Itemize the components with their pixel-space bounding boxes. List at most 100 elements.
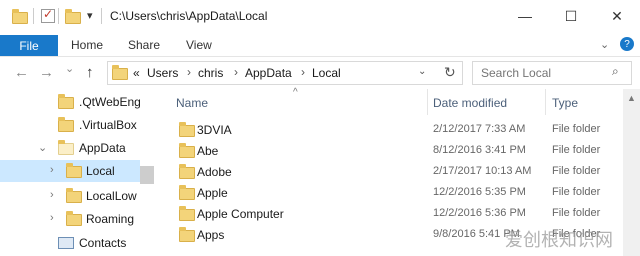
folder-icon xyxy=(179,227,195,242)
search-input[interactable] xyxy=(472,61,632,85)
breadcrumb-local[interactable]: Local xyxy=(312,66,341,80)
breadcrumb-chris[interactable]: chris xyxy=(198,66,223,80)
tree-item-locallow[interactable]: › LocalLow xyxy=(0,185,156,207)
folder-icon xyxy=(179,164,195,179)
file-list-scrollbar[interactable]: ▲ xyxy=(623,89,640,256)
tree-item-appdata[interactable]: ⌄ AppData xyxy=(0,137,156,159)
file-name: Adobe xyxy=(197,165,232,179)
navigation-pane-scrollbar[interactable] xyxy=(140,166,154,184)
column-header-date-modified[interactable]: Date modified xyxy=(433,96,507,110)
collapse-icon[interactable]: ⌄ xyxy=(38,141,47,154)
file-row[interactable]: Adobe 2/17/2017 10:13 AM File folder xyxy=(160,162,620,183)
expand-icon[interactable]: › xyxy=(50,189,54,201)
file-type: File folder xyxy=(552,123,601,135)
folder-icon xyxy=(58,140,74,155)
up-button[interactable]: ↑ xyxy=(86,64,94,81)
file-type: File folder xyxy=(552,144,601,156)
title-bar: ▾ C:\Users\chris\AppData\Local — ☐ ✕ xyxy=(0,0,640,35)
folder-icon xyxy=(179,185,195,200)
back-button[interactable]: ← xyxy=(14,64,29,81)
file-name: Apps xyxy=(197,228,225,242)
folder-icon xyxy=(112,65,128,80)
divider xyxy=(58,8,59,24)
tab-share[interactable]: Share xyxy=(128,38,160,52)
recent-locations-icon[interactable]: ⌄ xyxy=(65,62,74,75)
folder-icon xyxy=(66,163,82,178)
tree-item-label: .VirtualBox xyxy=(79,118,137,132)
file-name: Apple xyxy=(197,186,228,200)
close-button[interactable]: ✕ xyxy=(594,0,640,32)
navigation-bar: ← → ⌄ ↑ « Users › chris › AppData › Loca… xyxy=(0,57,640,89)
watermark: 爱创根知识网 xyxy=(505,230,613,250)
address-bar[interactable]: « Users › chris › AppData › Local ⌄ ↻ xyxy=(107,61,463,85)
divider xyxy=(33,8,34,24)
tree-item-contacts[interactable]: Contacts xyxy=(0,232,156,254)
tree-item-label: LocalLow xyxy=(86,189,137,203)
expand-icon[interactable]: › xyxy=(50,212,54,224)
file-name: Apple Computer xyxy=(197,207,284,221)
forward-button[interactable]: → xyxy=(39,64,54,81)
file-row[interactable]: 3DVIA 2/12/2017 7:33 AM File folder xyxy=(160,120,620,141)
file-row[interactable]: Abe 8/12/2016 3:41 PM File folder xyxy=(160,141,620,162)
folder-icon xyxy=(12,9,28,24)
file-date: 12/2/2016 5:35 PM xyxy=(433,186,526,198)
folder-icon xyxy=(66,211,82,226)
breadcrumb-appdata[interactable]: AppData xyxy=(245,66,292,80)
tree-item-label: AppData xyxy=(79,141,126,155)
tree-item-label: Contacts xyxy=(79,236,127,250)
tab-home[interactable]: Home xyxy=(71,38,103,52)
quick-access-dropdown-icon[interactable]: ▾ xyxy=(87,9,93,22)
properties-icon[interactable] xyxy=(41,7,57,23)
folder-icon xyxy=(179,206,195,221)
maximize-button[interactable]: ☐ xyxy=(548,0,594,32)
file-type: File folder xyxy=(552,165,601,177)
breadcrumb-separator-icon[interactable]: › xyxy=(187,65,191,79)
file-row[interactable]: Apple Computer 12/2/2016 5:36 PM File fo… xyxy=(160,204,620,225)
column-divider[interactable] xyxy=(427,89,428,115)
new-folder-icon[interactable] xyxy=(65,9,81,24)
folder-icon xyxy=(179,143,195,158)
file-type: File folder xyxy=(552,207,601,219)
tab-file[interactable]: File xyxy=(0,35,58,56)
address-overflow-icon[interactable]: « xyxy=(133,66,140,80)
scroll-up-icon[interactable]: ▲ xyxy=(627,93,636,103)
file-date: 12/2/2016 5:36 PM xyxy=(433,207,526,219)
folder-icon xyxy=(58,94,74,109)
ribbon-tabs: File Home Share View ⌄ ? xyxy=(0,35,640,57)
file-type: File folder xyxy=(552,186,601,198)
file-date: 8/12/2016 3:41 PM xyxy=(433,144,526,156)
tree-item-roaming[interactable]: › Roaming xyxy=(0,208,156,230)
minimize-button[interactable]: — xyxy=(502,0,548,32)
breadcrumb-separator-icon[interactable]: › xyxy=(301,65,305,79)
column-header-type[interactable]: Type xyxy=(552,96,578,110)
file-date: 2/12/2017 7:33 AM xyxy=(433,123,526,135)
column-header-name[interactable]: Name xyxy=(176,96,208,110)
help-icon[interactable]: ? xyxy=(620,37,634,51)
tree-item-virtualbox[interactable]: .VirtualBox xyxy=(0,114,156,136)
refresh-icon[interactable]: ↻ xyxy=(444,64,456,81)
address-dropdown-icon[interactable]: ⌄ xyxy=(418,66,426,77)
breadcrumb-users[interactable]: Users xyxy=(147,66,178,80)
tree-item-label: Local xyxy=(86,164,115,178)
file-row[interactable]: Apple 12/2/2016 5:35 PM File folder xyxy=(160,183,620,204)
tree-item-label: Roaming xyxy=(86,212,135,226)
expand-icon[interactable]: › xyxy=(50,164,54,176)
column-divider[interactable] xyxy=(545,89,546,115)
navigation-pane: .QtWebEngi .VirtualBox ⌄ AppData › Local… xyxy=(0,89,156,256)
file-date: 2/17/2017 10:13 AM xyxy=(433,165,532,177)
folder-icon xyxy=(58,117,74,132)
tree-item-local[interactable]: › Local xyxy=(0,160,140,182)
file-name: Abe xyxy=(197,144,219,158)
contacts-icon xyxy=(58,237,74,249)
tree-item-label: .QtWebEngi xyxy=(79,95,141,109)
expand-ribbon-icon[interactable]: ⌄ xyxy=(600,38,609,51)
file-name: 3DVIA xyxy=(197,123,232,137)
tree-item-qtwebengine[interactable]: .QtWebEngi xyxy=(0,91,156,113)
breadcrumb-separator-icon[interactable]: › xyxy=(234,65,238,79)
folder-icon xyxy=(66,188,82,203)
sort-ascending-icon: ^ xyxy=(293,87,298,98)
tab-view[interactable]: View xyxy=(186,38,212,52)
folder-icon xyxy=(179,122,195,137)
window-title: C:\Users\chris\AppData\Local xyxy=(110,9,268,23)
divider xyxy=(101,8,102,24)
